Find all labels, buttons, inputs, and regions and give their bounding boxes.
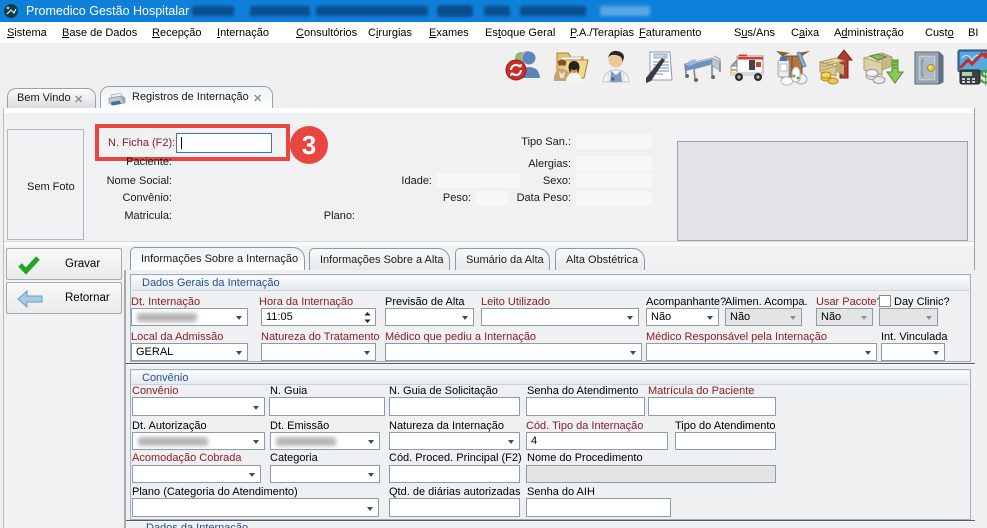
svg-text:$: $ bbox=[980, 67, 987, 86]
